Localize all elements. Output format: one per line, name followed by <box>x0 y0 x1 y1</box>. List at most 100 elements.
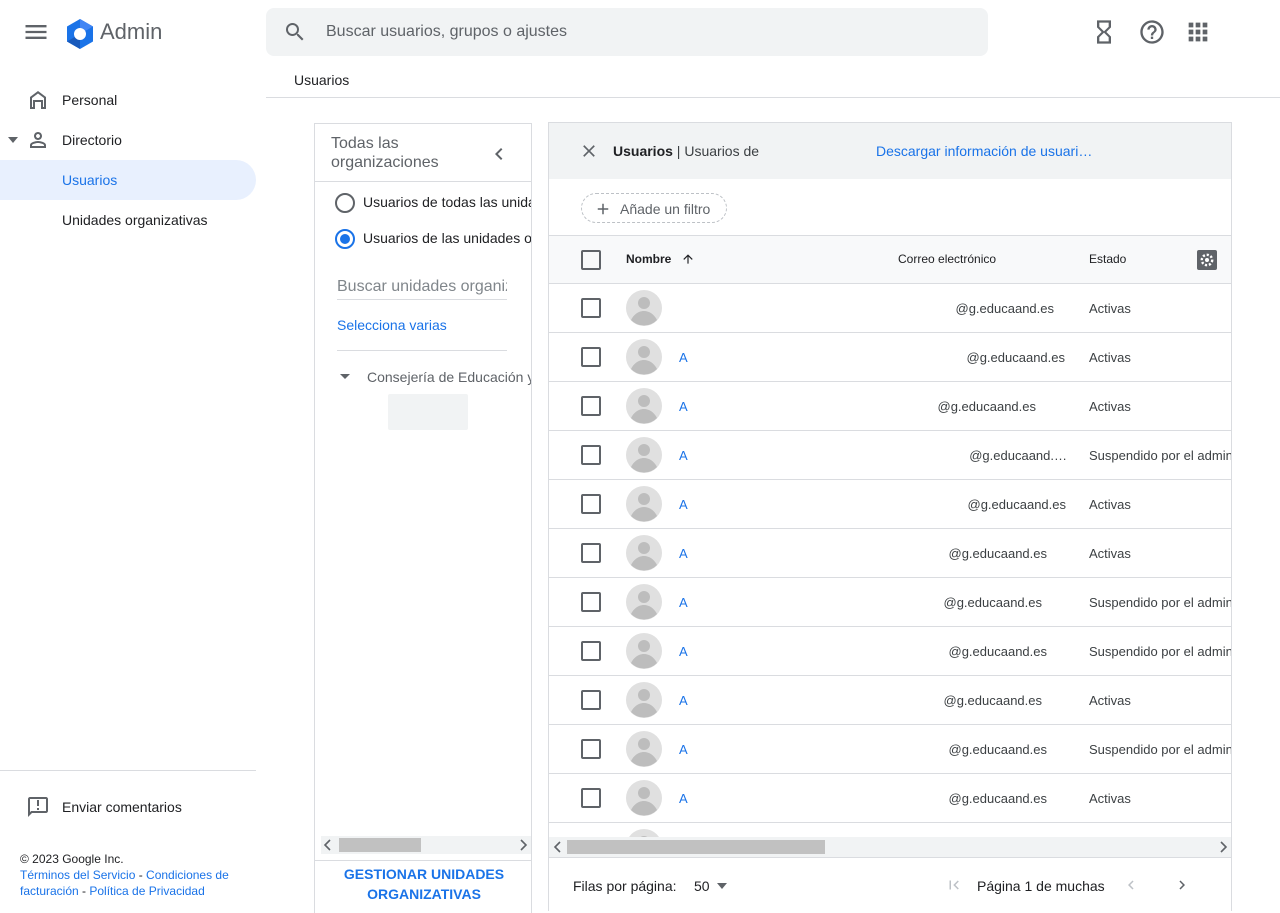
user-status: Suspendido por el administrador <box>1089 595 1232 610</box>
sidebar-item-label: Personal <box>62 92 118 108</box>
ou-search-input[interactable] <box>337 274 507 300</box>
user-name-link[interactable]: A <box>679 791 688 806</box>
user-email: @g.educaand.es <box>948 791 1048 806</box>
horizontal-scrollbar[interactable] <box>549 837 1231 857</box>
app-title: Admin <box>100 19 163 44</box>
row-checkbox[interactable] <box>581 543 601 563</box>
table-row[interactable]: A @g.educaand.es Activas <box>549 774 1231 823</box>
avatar-icon <box>626 486 662 522</box>
caret-down-icon[interactable] <box>717 883 727 889</box>
user-name-link[interactable]: A <box>679 399 688 414</box>
select-all-checkbox[interactable] <box>581 250 601 270</box>
admin-logo-icon[interactable] <box>64 18 96 50</box>
close-icon[interactable] <box>579 141 599 161</box>
user-name-link[interactable]: A <box>679 448 688 463</box>
row-checkbox[interactable] <box>581 298 601 318</box>
table-row[interactable]: A @g.educaand.es Activas <box>549 676 1231 725</box>
row-checkbox[interactable] <box>581 788 601 808</box>
user-status: Activas <box>1089 497 1131 512</box>
table-row[interactable]: @g.educaand.es Activas <box>549 284 1231 333</box>
caret-down-icon[interactable] <box>8 137 18 143</box>
plus-icon <box>594 200 612 218</box>
hourglass-icon[interactable] <box>1090 18 1118 46</box>
table-row[interactable]: A @g.educaand.… Suspendido por el administ… <box>549 431 1231 480</box>
table-row[interactable]: A @g.educaand.es Suspendido por el adminis… <box>549 627 1231 676</box>
caret-down-icon[interactable] <box>339 370 351 382</box>
chevron-right-icon[interactable] <box>1173 876 1191 894</box>
table-row[interactable]: A @g.educaand.es Suspendido por el adminis… <box>549 578 1232 627</box>
privacy-link[interactable]: Política de Privacidad <box>89 884 204 898</box>
column-header-email[interactable]: Correo electrónico <box>898 252 996 266</box>
rows-per-page-select[interactable]: 50 <box>694 878 710 894</box>
user-name-link[interactable]: A <box>679 497 688 512</box>
user-email: @g.educaand.es <box>966 350 1066 365</box>
download-users-link[interactable]: Descargar información de usuari… <box>876 143 1092 159</box>
table-row[interactable]: A @g.educaand.es Activas <box>549 382 1231 431</box>
row-checkbox[interactable] <box>581 592 601 612</box>
footer-separator: - <box>78 884 90 898</box>
search-bar[interactable] <box>266 8 988 56</box>
breadcrumb-divider <box>266 97 1280 98</box>
user-name-link[interactable]: A <box>679 595 688 610</box>
chevron-left-icon[interactable] <box>487 142 511 166</box>
column-header-name[interactable]: Nombre <box>626 252 671 266</box>
search-icon[interactable] <box>283 20 307 44</box>
row-checkbox[interactable] <box>581 739 601 759</box>
radio-button[interactable] <box>335 193 355 213</box>
manage-org-units-button[interactable]: GESTIONAR UNIDADES ORGANIZATIVAS <box>315 864 531 904</box>
terms-link[interactable]: Términos del Servicio <box>20 868 135 882</box>
avatar-icon <box>626 388 662 424</box>
row-checkbox[interactable] <box>581 445 601 465</box>
user-name-link[interactable]: A <box>679 693 688 708</box>
row-checkbox[interactable] <box>581 641 601 661</box>
table-row[interactable]: A @g.educaand.es Activas <box>549 480 1231 529</box>
row-checkbox[interactable] <box>581 396 601 416</box>
sidebar-item-personal[interactable]: Personal <box>0 80 256 120</box>
user-email: @g.educaand.… <box>969 448 1067 463</box>
user-name-link[interactable]: A <box>679 350 688 365</box>
chevron-left-icon <box>1122 876 1140 894</box>
row-checkbox[interactable] <box>581 494 601 514</box>
user-status: Activas <box>1089 350 1131 365</box>
table-row[interactable]: A @g.educaand.es Activas <box>549 529 1231 578</box>
org-tree-root[interactable]: Consejería de Educación y Deporte <box>367 369 531 385</box>
sidebar-item-unidades-organizativas[interactable]: Unidades organizativas <box>0 200 256 240</box>
feedback-button[interactable]: Enviar comentarios <box>0 787 256 827</box>
horizontal-scrollbar[interactable] <box>321 836 531 854</box>
gear-icon[interactable] <box>1197 250 1217 270</box>
menu-icon[interactable] <box>22 18 50 46</box>
apps-icon[interactable] <box>1184 18 1212 46</box>
radio-button[interactable] <box>335 229 355 249</box>
first-page-icon <box>945 876 963 894</box>
title-separator: | <box>672 143 685 159</box>
breadcrumb: Usuarios <box>294 72 350 88</box>
radio-label: Usuarios de todas las unidades organizat… <box>363 194 531 210</box>
org-tree-child-placeholder[interactable] <box>388 394 468 430</box>
search-input[interactable] <box>324 8 964 56</box>
user-name-link[interactable]: A <box>679 742 688 757</box>
avatar-icon <box>626 437 662 473</box>
user-name-link[interactable]: A <box>679 644 688 659</box>
help-icon[interactable] <box>1138 18 1166 46</box>
row-checkbox[interactable] <box>581 690 601 710</box>
select-multiple-link[interactable]: Selecciona varias <box>337 317 447 333</box>
user-email: @g.educaand.es <box>955 301 1055 316</box>
home-icon <box>26 88 50 112</box>
users-panel-header: Usuarios | Usuarios de Descargar informa… <box>549 123 1231 179</box>
sidebar-item-directorio[interactable]: Directorio <box>0 120 256 160</box>
sidebar-item-usuarios[interactable]: Usuarios <box>0 160 256 200</box>
rows-per-page-label: Filas por página: <box>573 878 677 894</box>
row-checkbox[interactable] <box>581 347 601 367</box>
table-row[interactable]: A @g.educaand.es Activas <box>549 333 1231 382</box>
divider <box>315 860 531 861</box>
radio-label: Usuarios de las unidades organizativas s… <box>363 230 532 246</box>
table-row[interactable]: A @g.educaand.es Suspendido por el adminis… <box>549 725 1231 774</box>
user-email: @g.educaand.es <box>948 742 1048 757</box>
subtitle-text: Usuarios de <box>684 143 760 159</box>
add-filter-button[interactable]: Añade un filtro <box>581 193 727 223</box>
arrow-up-icon[interactable] <box>681 252 695 266</box>
column-header-status[interactable]: Estado <box>1089 252 1126 266</box>
page-info: Página 1 de muchas <box>977 878 1105 894</box>
sidebar-item-label: Directorio <box>62 132 122 148</box>
user-name-link[interactable]: A <box>679 546 688 561</box>
